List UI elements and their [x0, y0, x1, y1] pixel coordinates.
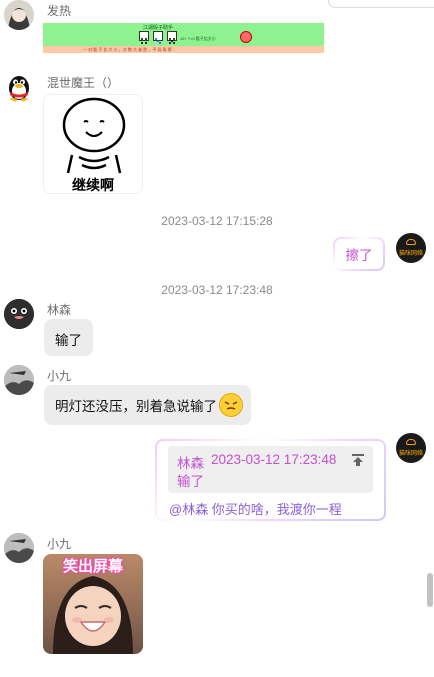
my-reply-bubble[interactable]: 林森 2023-03-12 17:23:48 输了 @林森 你买的啥，我渡你一程 — [155, 439, 386, 521]
dice-icon — [167, 31, 177, 44]
sticker-continue[interactable]: 继续啊 — [43, 94, 143, 194]
quoted-message[interactable]: 林森 2023-03-12 17:23:48 输了 — [168, 446, 373, 493]
message-bubble[interactable]: 明灯还没压，别着急说输了 — [44, 385, 251, 425]
top-search-box-edge[interactable] — [328, 0, 434, 8]
reply-text: @林森 你买的啥，我渡你一程 — [169, 502, 342, 517]
cat-logo-icon — [406, 439, 416, 445]
dice-icon — [153, 31, 163, 44]
sender-name: 发热 — [47, 4, 72, 18]
my-message-bubble[interactable]: 擦了 — [333, 237, 385, 271]
dice-image-subtitle: 12+ 7=0 骰子比大小 — [180, 36, 216, 41]
avatar-xiaojiu[interactable] — [4, 533, 34, 563]
dice-image-footer: 一 对 骰 子 比 大 小 ，点 数 大 者 胜 ，平 局 再 掷 — [43, 46, 324, 53]
quote-time: 2023-03-12 17:23:48 — [211, 452, 337, 467]
red-seal-icon — [240, 31, 252, 43]
cat-logo-icon — [406, 239, 416, 245]
sender-name: 混世魔王（） — [47, 76, 120, 90]
quote-text: 输了 — [177, 474, 204, 489]
jump-to-quote-icon[interactable] — [351, 453, 365, 467]
message-text: 明灯还没压，别着急说输了 — [55, 399, 217, 414]
sticker-laughing-girl[interactable]: 笑出屏幕 — [43, 554, 143, 654]
avatar-fare[interactable] — [4, 0, 34, 30]
dice-image-title: 江湖骰子助手 — [143, 25, 174, 31]
ink-landscape-icon — [4, 365, 34, 395]
anime-girl-icon — [4, 0, 34, 30]
message-text: 输了 — [55, 333, 82, 348]
message-text: 擦了 — [345, 248, 373, 263]
sender-name: 小九 — [47, 537, 72, 551]
sticker-caption: 笑出屏幕 — [62, 558, 123, 575]
quote-sender: 林森 — [177, 456, 204, 471]
timestamp: 2023-03-12 17:23:48 — [161, 283, 273, 297]
message-bubble[interactable]: 输了 — [44, 319, 93, 356]
avatar-linsen[interactable] — [4, 299, 34, 329]
timestamp: 2023-03-12 17:15:28 — [161, 214, 273, 228]
dice-game-image[interactable]: 江湖骰子助手 12+ 7=0 骰子比大小 一 对 骰 子 比 大 小 ，点 数 … — [43, 23, 324, 53]
sticker-caption: 继续啊 — [72, 177, 114, 193]
embarrassed-emoji-icon — [219, 393, 243, 417]
avatar-caption: 猫咪网络 — [398, 251, 423, 257]
black-bird-icon — [4, 299, 34, 329]
avatar-qq-penguin[interactable] — [4, 72, 34, 102]
my-avatar[interactable]: 猫咪网络 — [396, 233, 426, 263]
sender-name: 林森 — [47, 303, 72, 317]
my-avatar[interactable]: 猫咪网络 — [396, 433, 426, 463]
scrollbar-thumb[interactable] — [427, 573, 433, 607]
avatar-caption: 猫咪网络 — [398, 451, 423, 457]
ink-landscape-icon — [4, 533, 34, 563]
smiley-man-icon — [62, 97, 126, 174]
sender-name: 小九 — [47, 369, 72, 383]
avatar-xiaojiu[interactable] — [4, 365, 34, 395]
qq-penguin-icon — [9, 76, 29, 102]
dice-icon — [139, 31, 149, 44]
